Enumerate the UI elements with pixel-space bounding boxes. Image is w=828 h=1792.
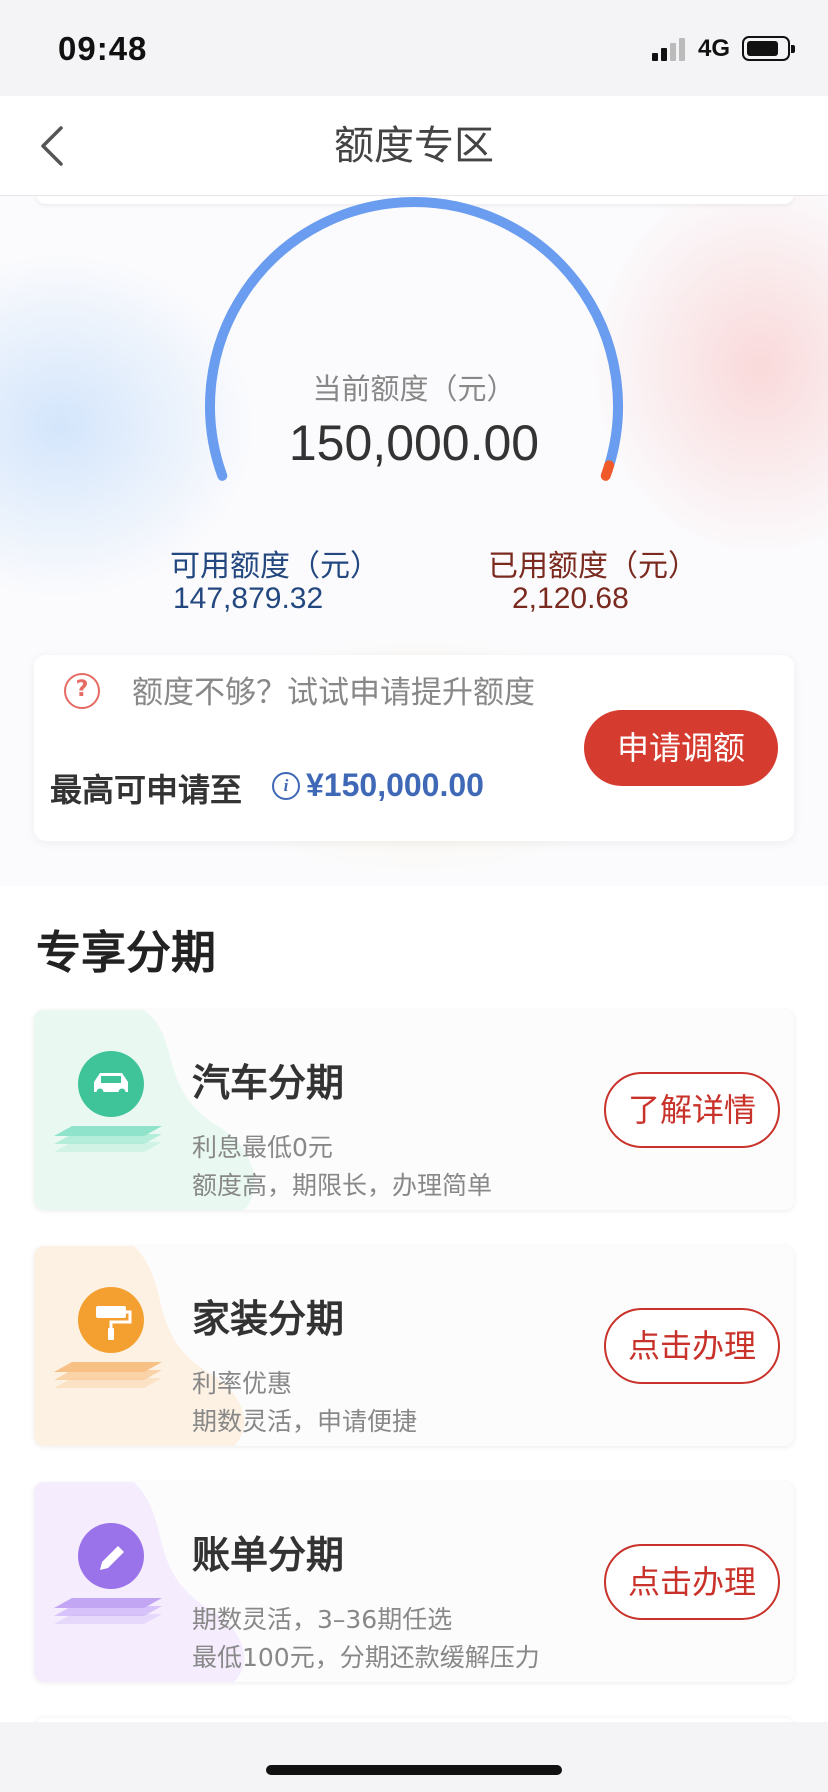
- page-title: 额度专区: [334, 123, 494, 169]
- car-icon: [44, 1040, 174, 1190]
- card-subtitle: 期数灵活，3–36期任选: [192, 1605, 453, 1634]
- raise-limit-prompt: 额度不够？试试申请提升额度: [132, 675, 535, 711]
- card-title: 账单分期: [192, 1533, 345, 1577]
- card-title: 家装分期: [192, 1297, 345, 1341]
- apply-bill-button[interactable]: 点击办理: [604, 1544, 780, 1620]
- learn-more-button[interactable]: 了解详情: [604, 1072, 780, 1148]
- max-limit-label: 最高可申请至: [50, 771, 243, 809]
- home-area: [0, 1722, 828, 1792]
- pencil-icon: [44, 1512, 174, 1662]
- used-limit-label: 已用额度（元）: [488, 549, 698, 584]
- signal-icon: [652, 37, 688, 61]
- raise-limit-card: ? 额度不够？试试申请提升额度 最高可申请至 i ¥150,000.00 申请调…: [34, 655, 794, 841]
- battery-icon: [742, 36, 795, 61]
- section-title: 专享分期: [36, 926, 217, 979]
- status-time: 09:48: [58, 30, 148, 67]
- network-type: 4G: [698, 35, 731, 62]
- back-button[interactable]: [22, 116, 82, 176]
- navigation-bar: 额度专区: [0, 96, 828, 196]
- card-subtitle: 利息最低0元: [192, 1133, 333, 1162]
- bill-installment-card[interactable]: 账单分期 期数灵活，3–36期任选 最低100元，分期还款缓解压力 点击办理: [34, 1482, 794, 1682]
- limit-overview: 当前额度（元） 150,000.00 可用额度（元） 147,879.32 已用…: [0, 196, 828, 886]
- current-limit-value: 150,000.00: [288, 415, 540, 471]
- card-title: 汽车分期: [192, 1061, 345, 1105]
- used-limit-value: 2,120.68: [512, 582, 629, 615]
- max-limit-value: ¥150,000.00: [306, 767, 484, 803]
- apply-raise-button[interactable]: 申请调额: [584, 710, 778, 786]
- status-bar: 09:48 4G: [0, 0, 828, 96]
- chevron-left-icon: [41, 126, 63, 166]
- home-installment-card[interactable]: 家装分期 利率优惠 期数灵活，申请便捷 点击办理: [34, 1246, 794, 1446]
- card-description: 最低100元，分期还款缓解压力: [192, 1643, 540, 1672]
- apply-home-button[interactable]: 点击办理: [604, 1308, 780, 1384]
- home-indicator[interactable]: [266, 1765, 562, 1775]
- available-limit-value: 147,879.32: [173, 582, 324, 615]
- paint-roller-icon: [44, 1276, 174, 1426]
- installments-section: 专享分期 汽车分期 利息最低0元 额度高，期限长，办理简单 了解详情 家装分期 …: [0, 886, 828, 1722]
- car-installment-card[interactable]: 汽车分期 利息最低0元 额度高，期限长，办理简单 了解详情: [34, 1010, 794, 1210]
- info-icon[interactable]: i: [272, 772, 300, 800]
- card-description: 额度高，期限长，办理简单: [192, 1171, 493, 1200]
- question-icon: ?: [64, 673, 100, 709]
- card-description: 期数灵活，申请便捷: [192, 1407, 418, 1436]
- available-limit-label: 可用额度（元）: [170, 549, 380, 584]
- current-limit-label: 当前额度（元）: [312, 372, 516, 406]
- card-subtitle: 利率优惠: [192, 1369, 293, 1398]
